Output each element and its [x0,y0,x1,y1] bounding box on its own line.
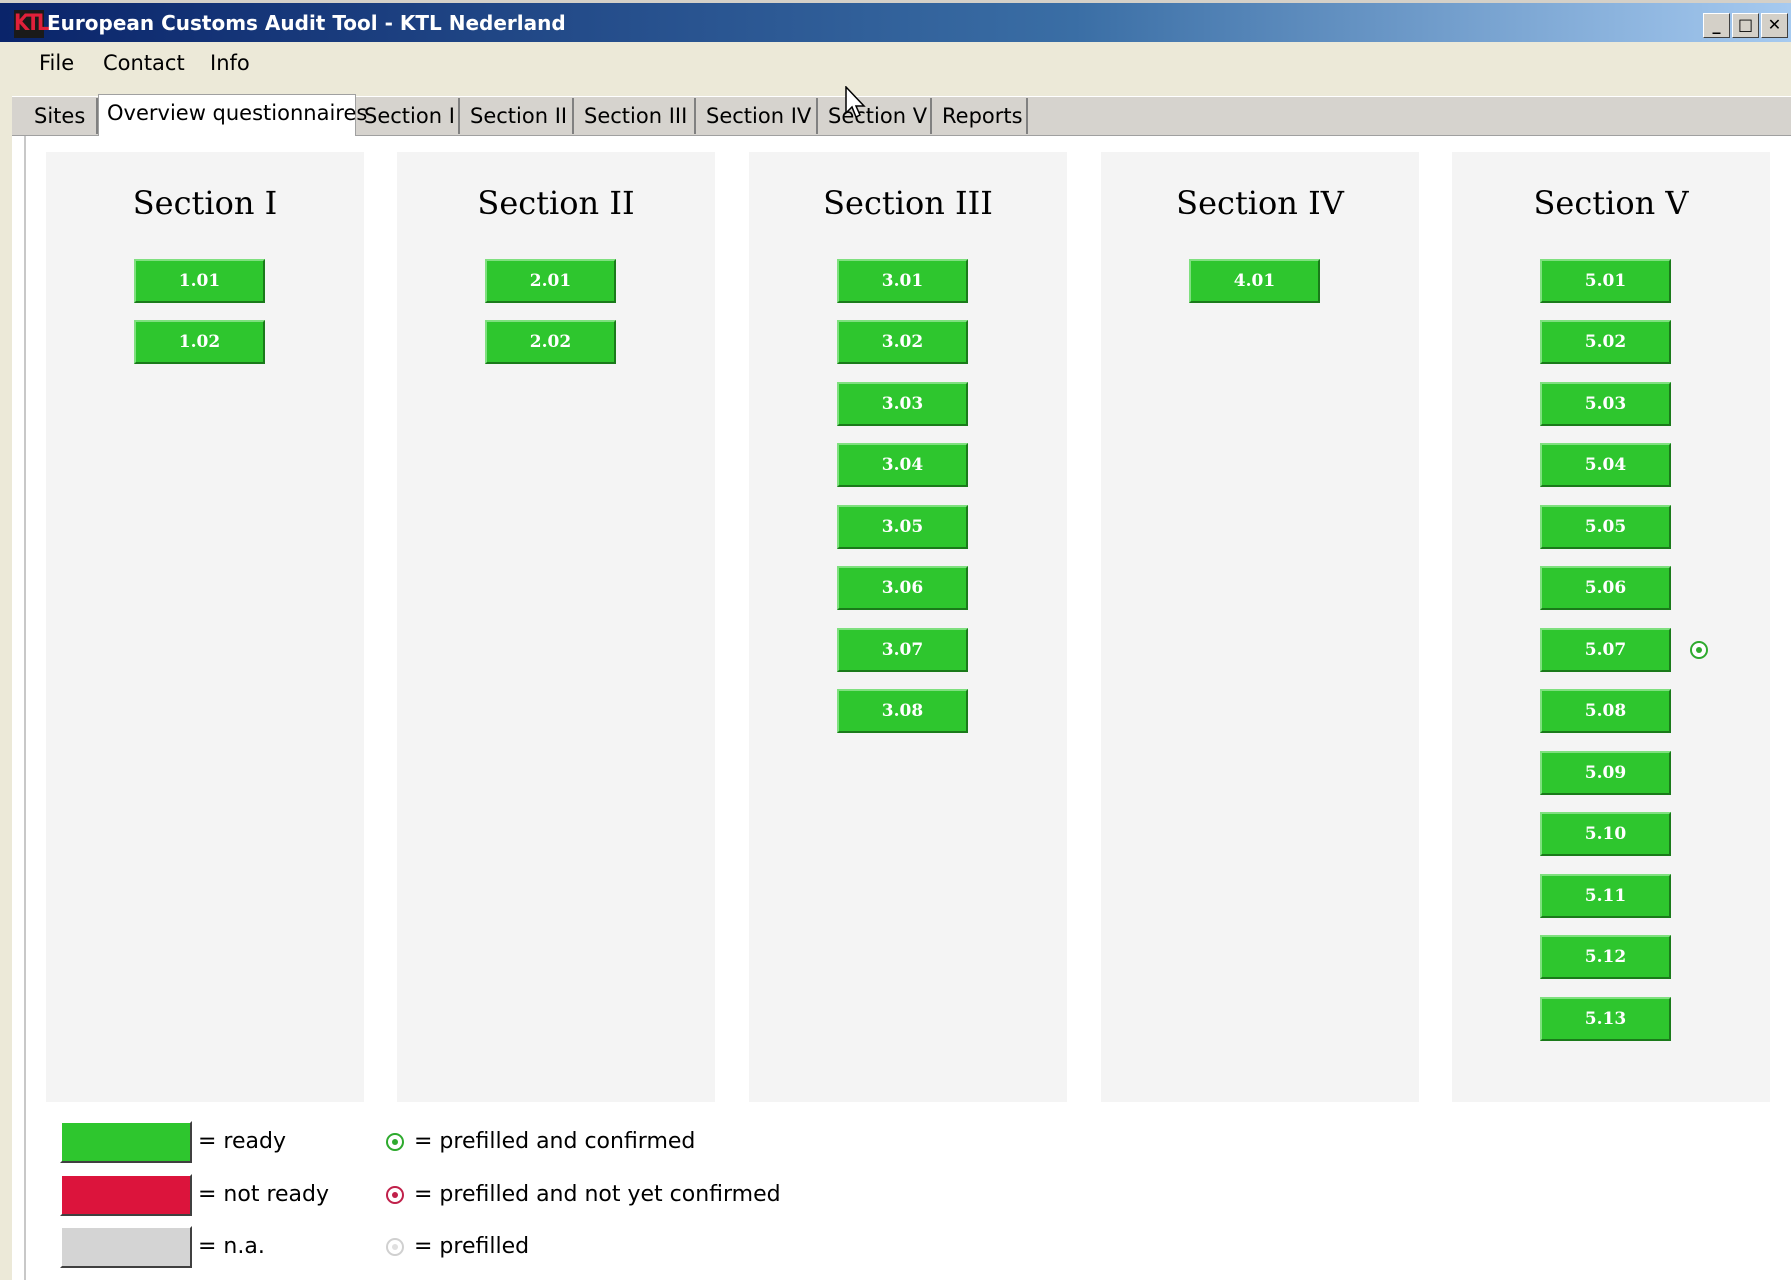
questionnaire-button-5-09[interactable]: 5.09 [1540,751,1671,795]
section-title: Section III [823,184,993,222]
questionnaire-button-5-11[interactable]: 5.11 [1540,874,1671,918]
tab-section-1[interactable]: Section I [356,98,460,134]
section-panel-4: Section IV 4.01 [1101,152,1419,1102]
questionnaire-button-3-08[interactable]: 3.08 [837,689,968,733]
questionnaire-button-3-05[interactable]: 3.05 [837,505,968,549]
questionnaire-button-1-02[interactable]: 1.02 [134,320,265,364]
questionnaire-button-3-06[interactable]: 3.06 [837,566,968,610]
questionnaire-button-5-01[interactable]: 5.01 [1540,259,1671,303]
tab-sites[interactable]: Sites [26,98,98,134]
section-panel-2: Section II 2.01 2.02 [397,152,715,1102]
section-title: Section V [1533,184,1689,222]
questionnaire-button-5-10[interactable]: 5.10 [1540,812,1671,856]
section-title: Section I [132,184,278,222]
legend-prefilled-label: = prefilled [414,1234,530,1259]
maximize-button[interactable]: □ [1732,13,1759,38]
close-button[interactable]: ✕ [1761,13,1788,38]
minimize-button[interactable]: _ [1703,13,1730,38]
questionnaire-button-5-12[interactable]: 5.12 [1540,935,1671,979]
questionnaire-button-5-06[interactable]: 5.06 [1540,566,1671,610]
questionnaire-button-1-01[interactable]: 1.01 [134,259,265,303]
section-title: Section II [477,184,635,222]
questionnaire-button-3-03[interactable]: 3.03 [837,382,968,426]
menu-contact[interactable]: Contact [103,51,185,75]
questionnaire-button-2-01[interactable]: 2.01 [485,259,616,303]
radio-red-icon [386,1186,404,1204]
questionnaire-button-5-07[interactable]: 5.07 [1540,628,1671,672]
questionnaire-button-2-02[interactable]: 2.02 [485,320,616,364]
tab-section-3[interactable]: Section III [576,98,696,134]
prefilled-confirmed-icon [1690,641,1708,659]
legend-na-label: = n.a. [198,1234,265,1259]
mouse-cursor-icon [845,86,866,119]
legend-ready-swatch [60,1121,192,1163]
legend-not-ready-label: = not ready [198,1182,330,1207]
questionnaire-button-3-07[interactable]: 3.07 [837,628,968,672]
questionnaire-button-5-08[interactable]: 5.08 [1540,689,1671,733]
menu-info[interactable]: Info [210,51,250,75]
tab-section-2[interactable]: Section II [462,98,574,134]
section-panel-5: Section V 5.01 5.02 5.03 5.04 5.05 5.06 … [1452,152,1770,1102]
questionnaire-button-3-04[interactable]: 3.04 [837,443,968,487]
menu-bar: File Contact Info [12,42,1791,86]
title-bar: KTL European Customs Audit Tool - KTL Ne… [0,0,1791,42]
questionnaire-button-5-02[interactable]: 5.02 [1540,320,1671,364]
radio-green-icon [386,1133,404,1151]
section-panel-1: Section I 1.01 1.02 [46,152,364,1102]
legend-not-ready-swatch [60,1174,192,1216]
tab-reports[interactable]: Reports [934,98,1028,134]
window-frame [0,42,12,1280]
menu-file[interactable]: File [39,51,74,75]
tab-overview-questionnaires[interactable]: Overview questionnaires [98,94,367,136]
legend-na-swatch [60,1226,192,1268]
legend-prefilled-not-confirmed-label: = prefilled and not yet confirmed [414,1182,781,1207]
questionnaire-button-5-13[interactable]: 5.13 [1540,997,1671,1041]
radio-grey-icon [386,1238,404,1256]
questionnaire-button-5-04[interactable]: 5.04 [1540,443,1671,487]
window-title: European Customs Audit Tool - KTL Nederl… [47,11,566,35]
questionnaire-button-5-03[interactable]: 5.03 [1540,382,1671,426]
tab-section-4[interactable]: Section IV [698,98,818,134]
questionnaire-button-3-01[interactable]: 3.01 [837,259,968,303]
questionnaire-button-5-05[interactable]: 5.05 [1540,505,1671,549]
section-title: Section IV [1176,184,1344,222]
legend-prefilled-confirmed-label: = prefilled and confirmed [414,1129,696,1154]
tab-section-5[interactable]: Section V [820,98,932,134]
section-panel-3: Section III 3.01 3.02 3.03 3.04 3.05 3.0… [749,152,1067,1102]
legend-ready-label: = ready [198,1129,286,1154]
questionnaire-button-4-01[interactable]: 4.01 [1189,259,1320,303]
questionnaire-button-3-02[interactable]: 3.02 [837,320,968,364]
app-logo: KTL [14,10,49,38]
